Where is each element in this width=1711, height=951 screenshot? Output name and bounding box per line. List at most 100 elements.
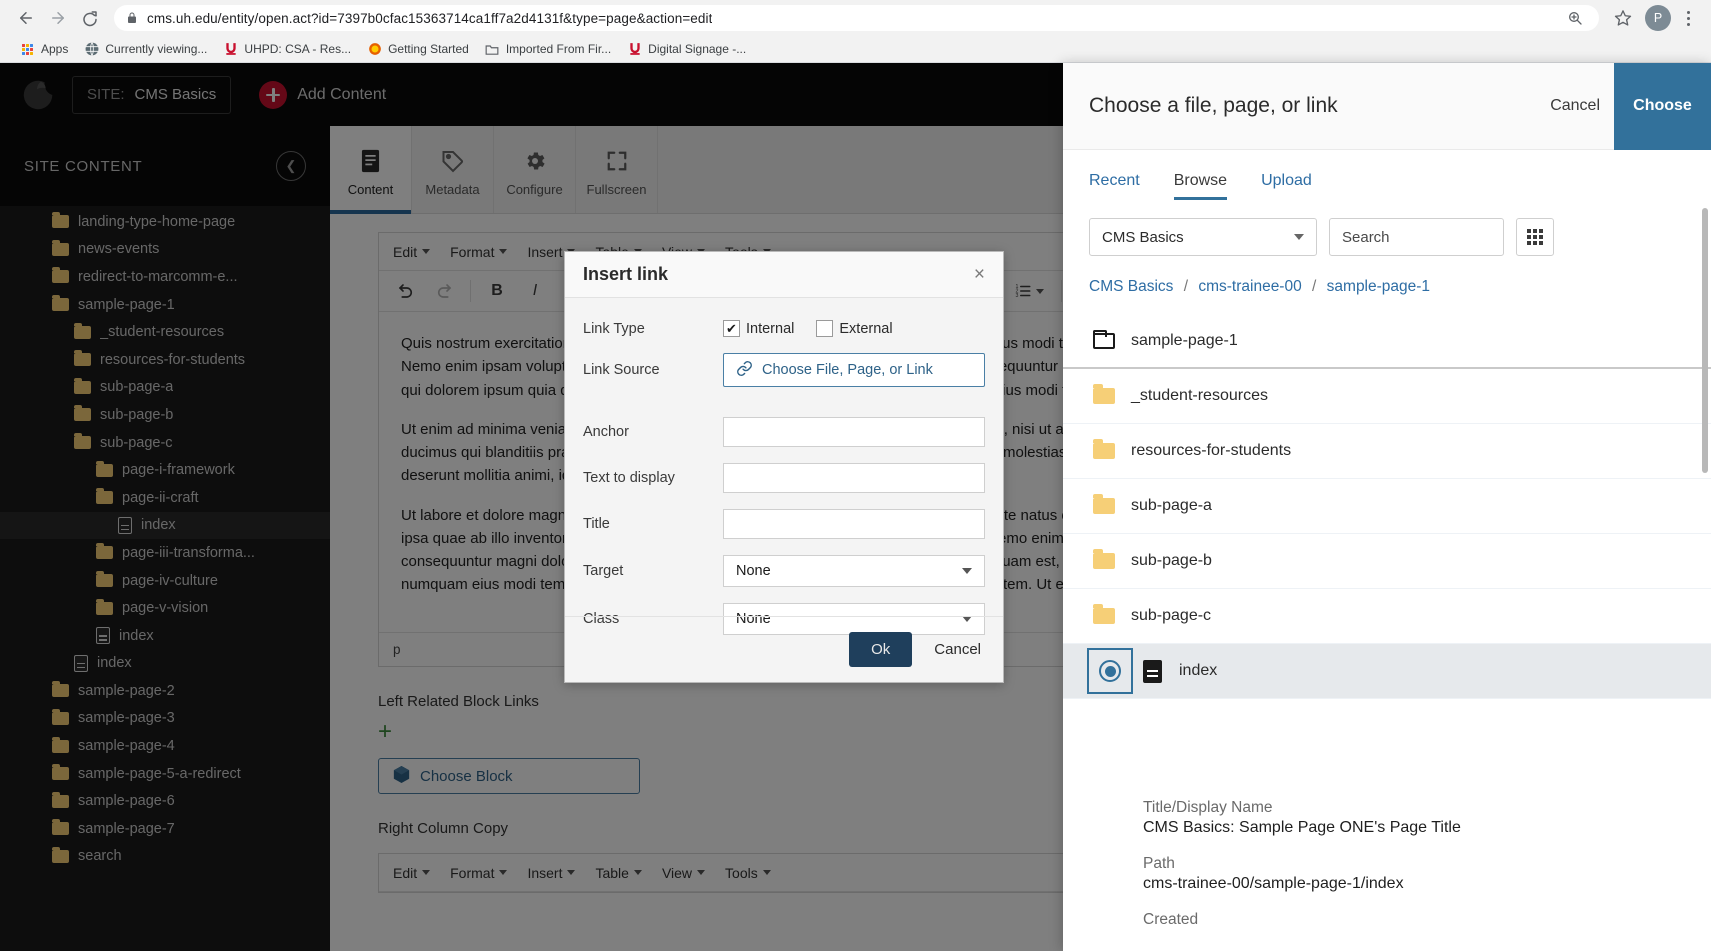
lock-icon [126,11,138,25]
bookmark-label: Getting Started [388,42,469,56]
radio-dot [1099,660,1121,682]
back-button[interactable] [10,2,42,34]
bookmark-label: Imported From Fir... [505,42,612,56]
tab-upload[interactable]: Upload [1261,172,1312,200]
chooser-row-label: sub-page-b [1131,552,1212,569]
cancel-button[interactable]: Cancel [934,641,981,658]
tab-recent[interactable]: Recent [1089,172,1140,200]
choose-file-label: Choose File, Page, or Link [762,362,933,378]
site-dropdown[interactable]: CMS Basics [1089,218,1317,256]
chooser-choose-button[interactable]: Choose [1614,63,1711,150]
anchor-row: Anchor [583,417,985,447]
chooser-row-selected[interactable]: index [1063,644,1711,699]
link-source-label: Link Source [583,362,660,378]
title-input[interactable] [723,509,985,539]
text-to-display-label: Text to display [583,470,675,486]
ok-button[interactable]: Ok [849,632,913,667]
bookmark-getting-started[interactable]: Getting Started [359,40,477,59]
title-row: Title [583,509,985,539]
bookmark-label: Digital Signage -... [648,42,747,56]
link-type-label: Link Type [583,320,645,337]
profile-avatar[interactable]: P [1645,5,1671,31]
chooser-row[interactable]: sample-page-1 [1063,314,1711,369]
target-row: Target None [583,555,985,587]
chooser-row-label: resources-for-students [1131,442,1292,459]
grid-view-toggle[interactable] [1516,218,1554,256]
close-icon[interactable]: × [974,265,985,284]
choose-file-page-or-link-button[interactable]: Choose File, Page, or Link [723,353,985,387]
uh-logo-icon [627,42,642,57]
tab-browse[interactable]: Browse [1173,172,1228,200]
chain-link-icon [736,360,753,381]
detail-label: Path [1143,855,1175,872]
forward-button[interactable] [42,2,74,34]
text-to-display-row: Text to display [583,463,985,493]
omnibox-actions [1553,6,1587,30]
dialog-footer: Ok Cancel [565,616,1003,682]
anchor-label: Anchor [583,424,629,440]
chooser-row-label: _student-resources [1131,387,1268,404]
browser-menu-button[interactable] [1675,10,1701,26]
dialog-body: Link Type Internal External Link Source … [565,298,1003,635]
breadcrumb-item-1[interactable]: cms-trainee-00 [1198,278,1301,295]
page-file-icon [1137,659,1167,683]
text-to-display-input[interactable] [723,463,985,493]
bookmark-currently-viewing[interactable]: Currently viewing... [76,40,215,59]
chooser-row[interactable]: sub-page-b [1063,534,1711,589]
dialog-header: Insert link × [565,252,1003,298]
chooser-row-label: index [1179,662,1218,679]
detail-value: CMS Basics: Sample Page ONE's Page Title [1143,819,1461,836]
chooser-controls: CMS Basics [1063,200,1711,256]
bookmark-label: UHPD: CSA - Res... [244,42,352,56]
bookmark-uhpd-csa[interactable]: UHPD: CSA - Res... [215,40,359,59]
chooser-row[interactable]: sub-page-c [1063,589,1711,644]
bookmark-digital-signage[interactable]: Digital Signage -... [619,40,754,59]
dialog-title: Insert link [583,264,669,284]
external-checkbox[interactable] [816,320,834,337]
internal-label: Internal [746,320,795,337]
internal-checkbox[interactable] [723,320,740,337]
detail-label: Title/Display Name [1143,799,1273,816]
chooser-row-label: sub-page-a [1131,497,1212,514]
chooser-cancel-button[interactable]: Cancel [1536,97,1614,115]
target-label: Target [583,563,624,579]
address-bar[interactable]: cms.uh.edu/entity/open.act?id=7397b0cfac… [114,5,1599,31]
link-type-row: Link Type Internal External [583,320,985,337]
target-select[interactable]: None [723,555,985,587]
grid-view-icon [1527,229,1543,245]
chooser-row[interactable]: _student-resources [1063,369,1711,424]
radio-button[interactable] [1087,648,1133,694]
breadcrumb-item-2[interactable]: sample-page-1 [1327,278,1430,295]
zoom-icon[interactable] [1563,6,1587,30]
chooser-title: Choose a file, page, or link [1089,94,1338,117]
breadcrumb-separator: / [1312,278,1317,295]
folder-icon [485,42,500,57]
search-input[interactable] [1329,218,1504,256]
breadcrumb: CMS Basics / cms-trainee-00 / sample-pag… [1063,256,1711,296]
detail-label: Created [1143,911,1199,928]
insert-link-dialog: Insert link × Link Type Internal Externa… [564,251,1004,683]
chevron-down-icon [962,568,972,574]
url-text: cms.uh.edu/entity/open.act?id=7397b0cfac… [147,10,713,26]
external-label: External [839,320,893,337]
bookmark-apps[interactable]: Apps [12,40,76,59]
chooser-row[interactable]: sub-page-a [1063,479,1711,534]
chooser-row-label: sub-page-c [1131,607,1212,624]
chooser-scrollbar[interactable] [1702,208,1708,473]
folder-icon [1089,439,1119,459]
detail-value: cms-trainee-00/sample-page-1/index [1143,875,1404,892]
title-label: Title [583,516,610,532]
apps-grid-icon [20,42,35,57]
breadcrumb-item-0[interactable]: CMS Basics [1089,278,1173,295]
firefox-icon [367,42,382,57]
anchor-input[interactable] [723,417,985,447]
chooser-file-list: sample-page-1 _student-resources resources… [1063,314,1711,771]
bookmark-label: Currently viewing... [105,42,208,56]
reload-button[interactable] [74,2,106,34]
bookmark-imported-from-firefox[interactable]: Imported From Fir... [477,40,619,59]
uh-logo-icon [223,42,238,57]
folder-icon [1089,549,1119,569]
chooser-row-label: sample-page-1 [1131,331,1238,349]
bookmark-star-icon[interactable] [1607,2,1639,34]
chooser-row[interactable]: resources-for-students [1063,424,1711,479]
